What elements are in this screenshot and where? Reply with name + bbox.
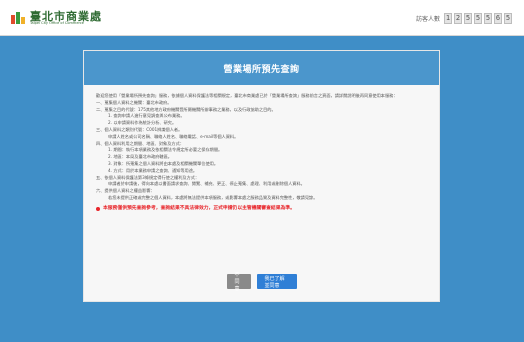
counter-digit: 5 [484,12,492,24]
counter-digit: 6 [494,12,502,24]
consent-paragraph: 申請人姓名或公司名稱、聯絡人姓名、聯絡電話、e-mail等個人資料。 [108,133,239,139]
consent-paragraph: 一、蒐集個人資料之機關：臺北市政府。 [96,99,172,105]
page-title: 營業場所預先查詢 [223,64,300,75]
visitor-counter: 訪客人數 1 2 5 5 5 6 5 [416,12,512,24]
warning-notice: 本服務僅供預先查詢參考，查詢結果不具法律效力，正式申請仍以主管機關審查結果為準。 [96,206,429,213]
consent-paragraph: 4. 方式：用於本業務申請之查詢、通知等用途。 [108,167,198,173]
warning-text: 本服務僅供預先查詢參考，查詢結果不具法律效力，正式申請仍以主管機關審查結果為準。 [103,205,295,211]
consent-paragraph: 五、依個人資料保護法第3條規定得行使之權利及方式： [96,174,200,180]
page-footer [0,308,524,342]
card-header: 營業場所預先查詢 [84,51,439,85]
office-logo-icon [11,12,25,24]
consent-card: 營業場所預先查詢 歡迎您使用「營業場所預先查詢」服務，依據個人資料保護法等相關規… [83,50,440,302]
counter-digit: 1 [444,12,452,24]
consent-paragraph: 六、提供個人資料之權益影響： [96,188,155,194]
consent-paragraph: 申請者於申請後，得向本處以書面請求查詢、閱覽、補充、更正、停止蒐集、處理、利用或… [108,181,305,187]
consent-paragraph: 若您未提供正確或完整之個人資料，本處將無法提供本項服務，或影響本處之服務品質及資… [108,194,318,200]
visitor-counter-label: 訪客人數 [415,15,440,23]
counter-digit: 5 [504,12,512,24]
consent-paragraph: 1. 查詢申請人進行意見調查與公布業務。 [108,113,185,119]
consent-paragraph: 歡迎您使用「營業場所預先查詢」服務，依據個人資料保護法等相關規定，臺北市商業處已… [96,93,398,98]
logo[interactable]: 臺北市商業處 Taipei City Office of Commerce [10,8,120,30]
consent-paragraph: 3. 對象：所蒐集之個人資料將由本處及相關機關單位使用。 [108,160,219,166]
counter-digit: 5 [474,12,482,24]
counter-digit: 2 [454,12,462,24]
consent-paragraph: 三、個人資料之類別代號：C001辨識個人者。 [96,126,183,132]
consent-paragraph: 二、蒐集之目的代號：175其他地方政府機關暨所屬機關所辦事務之業務，以及行政協助… [96,106,276,112]
warning-dot-icon [96,207,100,212]
logo-subtitle: Taipei City Office of Commerce [30,21,84,25]
consent-paragraphs: 歡迎您使用「營業場所預先查詢」服務，依據個人資料保護法等相關規定，臺北市商業處已… [96,93,429,202]
action-buttons: 不同意 我已了解並同意 [84,272,439,292]
top-header: 臺北市商業處 Taipei City Office of Commerce 訪客… [0,0,524,36]
counter-digit: 5 [464,12,472,24]
decline-button[interactable]: 不同意 [226,272,251,292]
consent-paragraph: 2. 以申請資料作為統計分析、研究。 [108,120,177,126]
consent-text: 歡迎您使用「營業場所預先查詢」服務，依據個人資料保護法等相關規定，臺北市商業處已… [96,93,429,213]
consent-paragraph: 1. 期間：執行本項業務及依相關法令規定所必要之保存期間。 [108,147,223,153]
consent-paragraph: 四、個人資料利用之期間、地區、對象及方式： [96,140,184,146]
consent-paragraph: 2. 地區：本局及臺北市政府轄區。 [108,154,172,160]
accept-button[interactable]: 我已了解並同意 [256,274,297,289]
